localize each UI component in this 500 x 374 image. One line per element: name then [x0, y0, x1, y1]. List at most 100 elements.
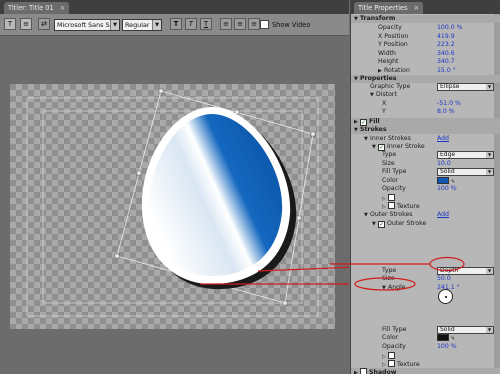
enable-checkbox[interactable]: ✓: [360, 118, 367, 126]
tab-title-properties[interactable]: Title Properties ×: [354, 2, 424, 14]
angle-dial[interactable]: [438, 289, 453, 304]
eyedropper-icon[interactable]: ✎: [451, 335, 455, 343]
property-row[interactable]: Height 340.7: [351, 58, 500, 66]
property-label: Opacity: [382, 343, 406, 350]
property-row[interactable]: Opacity 100 %: [351, 185, 500, 193]
property-label: Y: [382, 108, 386, 115]
property-label: Height: [378, 58, 399, 65]
property-label: ▷ Texture: [382, 202, 420, 210]
property-row[interactable]: ▼ Outer Strokes Add: [351, 211, 500, 219]
enable-checkbox[interactable]: [388, 193, 395, 201]
property-value[interactable]: 15.0 °: [437, 67, 456, 75]
property-label: Width: [378, 49, 396, 57]
property-value[interactable]: 100.0 %: [437, 24, 463, 32]
property-label: Color: [382, 176, 399, 184]
property-value[interactable]: 10.0: [437, 160, 451, 168]
chevron-down-icon: ▼: [486, 152, 493, 158]
property-label: X: [382, 99, 387, 107]
property-row[interactable]: X -51.0 %: [351, 100, 500, 108]
property-value[interactable]: 100 %: [437, 343, 457, 351]
property-row[interactable]: Type Edge ▼: [351, 151, 500, 159]
chevron-down-icon: ▼: [486, 267, 493, 274]
title-properties-panel: Title Properties × ▼ Transform Opacity 100.0…: [350, 0, 500, 374]
property-value[interactable]: -51.0 %: [437, 100, 461, 108]
property-row: ▼ Transform: [351, 15, 500, 24]
add-stroke-link[interactable]: Add: [437, 135, 449, 143]
property-label: ▼ Strokes: [354, 126, 387, 133]
property-row[interactable]: Size 10.0: [351, 160, 500, 168]
property-label: Graphic Type: [370, 82, 411, 90]
tab-label: Title Properties: [358, 4, 408, 12]
property-row: ▶ Shadow: [351, 368, 500, 374]
property-row[interactable]: X Position 419.9: [351, 33, 500, 41]
close-icon[interactable]: ×: [414, 4, 420, 12]
property-row[interactable]: Type Depth ▼: [351, 266, 500, 275]
enable-checkbox[interactable]: ✓: [378, 221, 385, 228]
property-row: ▷ Texture: [351, 202, 500, 210]
dial-pointer: [445, 296, 447, 298]
property-row: ▼ Distort: [351, 91, 500, 99]
property-label: ▼ ✓ Inner Stroke: [372, 143, 425, 151]
property-row[interactable]: Y 8.0 %: [351, 108, 500, 116]
enable-checkbox[interactable]: [388, 351, 395, 359]
property-value[interactable]: 340.6: [437, 50, 455, 58]
property-label: ▼ Inner Strokes: [364, 134, 411, 142]
property-label: ▶ Shadow: [354, 368, 396, 374]
property-value[interactable]: 340.7: [437, 58, 455, 66]
properties-tab-bar: Title Properties ×: [351, 0, 500, 14]
property-label: ▼ Distort: [370, 91, 397, 98]
property-row: ▼ ✓ Inner Stroke: [351, 143, 500, 151]
property-row[interactable]: Opacity 100 %: [351, 343, 500, 351]
property-label: ▶ Rotation: [378, 66, 410, 74]
chevron-down-icon: ▼: [486, 327, 493, 333]
enable-checkbox[interactable]: [360, 368, 367, 374]
property-label: Size: [382, 160, 395, 167]
chevron-down-icon: ▼: [486, 83, 493, 90]
property-dropdown[interactable]: Solid ▼: [437, 168, 494, 176]
enable-checkbox[interactable]: [388, 360, 395, 367]
property-row[interactable]: Size 50.0: [351, 275, 500, 283]
premiere-titler-window: Titler: Title 01 × T ≡ ⇄ Microsoft Sans S…: [0, 0, 500, 374]
property-label: Type: [382, 151, 397, 158]
property-row: ▶ ✓ Fill: [351, 117, 500, 126]
property-value[interactable]: 100 %: [437, 185, 457, 193]
property-row: Color ✎: [351, 176, 500, 185]
property-row: ▷: [351, 351, 500, 360]
property-row[interactable]: Width 340.6: [351, 50, 500, 58]
property-row[interactable]: Y Position 223.2: [351, 41, 500, 49]
property-row: ▷ Texture: [351, 360, 500, 368]
canvas-artwork: [26, 88, 349, 317]
property-value[interactable]: 8.0 %: [437, 108, 455, 116]
property-label: ▼ ✓ Outer Stroke: [372, 220, 427, 228]
property-row: ▷: [351, 193, 500, 202]
property-value[interactable]: 50.0: [437, 275, 451, 283]
property-dropdown[interactable]: Depth ▼: [437, 266, 494, 275]
add-stroke-link[interactable]: Add: [437, 211, 449, 219]
property-label: Type: [382, 266, 397, 274]
property-row[interactable]: ▶ Rotation 15.0 °: [351, 67, 500, 75]
property-row[interactable]: Opacity 100.0 %: [351, 24, 500, 32]
property-label: Opacity: [382, 185, 406, 192]
property-dropdown[interactable]: Edge ▼: [437, 151, 494, 159]
property-label: ▼ Angle: [382, 283, 406, 291]
property-value[interactable]: 223.2: [437, 41, 455, 49]
property-label: ▼ Transform: [354, 15, 396, 22]
property-dropdown[interactable]: Ellipse ▼: [437, 82, 494, 91]
enable-checkbox[interactable]: [388, 202, 395, 209]
color-swatch[interactable]: [437, 176, 449, 184]
property-row[interactable]: Graphic Type Ellipse ▼: [351, 82, 500, 91]
color-swatch[interactable]: [437, 333, 449, 341]
property-row: ▼ Strokes: [351, 126, 500, 135]
titler-panel: Titler: Title 01 × T ≡ ⇄ Microsoft Sans S…: [0, 0, 349, 374]
property-label: Fill Type: [382, 168, 407, 175]
property-label: ▼ Outer Strokes: [364, 211, 413, 218]
property-row[interactable]: Fill Type Solid ▼: [351, 168, 500, 176]
chevron-down-icon: ▼: [486, 169, 493, 175]
enable-checkbox[interactable]: ✓: [378, 144, 385, 151]
property-label: Y Position: [378, 41, 408, 48]
property-row[interactable]: ▼ Angle 241.1 °: [351, 284, 500, 292]
property-label: ▶ ✓ Fill: [354, 117, 380, 126]
property-label: X Position: [378, 32, 409, 40]
property-row[interactable]: ▼ Inner Strokes Add: [351, 135, 500, 143]
property-value[interactable]: 419.9: [437, 33, 455, 41]
